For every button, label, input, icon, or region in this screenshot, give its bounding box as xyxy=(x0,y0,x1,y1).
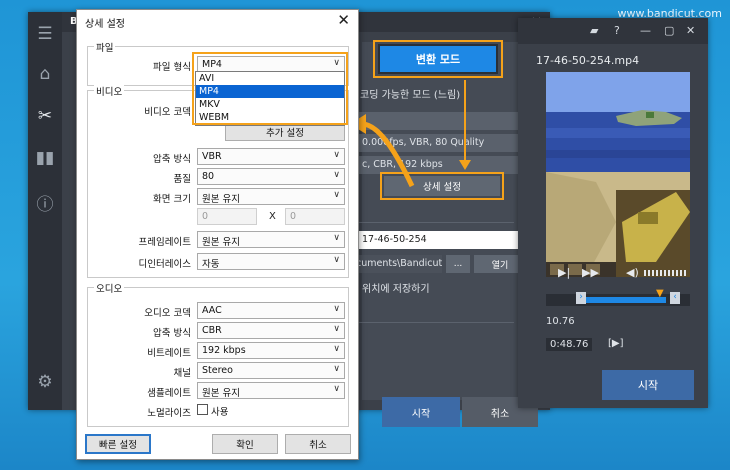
quality-label: 품질 xyxy=(173,174,191,185)
chevron-down-icon: ∨ xyxy=(333,170,340,180)
deinterlace-label: 디인터레이스 xyxy=(138,259,191,270)
samplerate-value: 원본 유지 xyxy=(202,388,240,399)
width-input[interactable]: 0 xyxy=(197,208,257,225)
player-toolbar: ▰ ? — ▢ ✕ xyxy=(518,18,708,44)
chevron-down-icon: ∨ xyxy=(333,384,340,394)
chevron-down-icon: ∨ xyxy=(333,190,340,200)
dialog-cancel-button[interactable]: 취소 xyxy=(285,434,351,454)
browse-button[interactable]: ... xyxy=(446,255,470,273)
channel-label: 채널 xyxy=(173,368,191,379)
end-time[interactable]: 0:48.76 xyxy=(546,338,593,351)
group-label: 오디오 xyxy=(94,281,125,295)
app-sidebar: ☰ ⌂ ✂ ▮▮ ⓘ ⚙ xyxy=(28,12,62,410)
start-button[interactable]: 시작 xyxy=(382,397,460,427)
end-marker[interactable]: ‹ xyxy=(670,292,680,304)
info-icon[interactable]: ⓘ xyxy=(28,188,62,216)
normalize-checkbox[interactable] xyxy=(197,404,208,415)
video-preview xyxy=(546,72,690,277)
filename-input[interactable]: 17-46-50-254 xyxy=(358,231,526,249)
audio-codec-label: 오디오 코덱 xyxy=(144,308,191,319)
divider xyxy=(334,222,514,223)
encoding-mode-label: 코딩 가능한 모드 (느림) xyxy=(360,90,461,101)
chevron-down-icon: ∨ xyxy=(333,255,340,265)
playhead-icon[interactable]: ▼ xyxy=(656,288,664,299)
timeline[interactable]: › ▼ ‹ xyxy=(546,288,690,306)
size-value: 원본 유지 xyxy=(202,194,240,205)
video-codec-label: 비디오 코덱 xyxy=(144,107,191,118)
deinterlace-value: 자동 xyxy=(202,259,220,270)
compression-value: VBR xyxy=(202,151,222,162)
player-start-button[interactable]: 시작 xyxy=(602,370,694,400)
audio-codec-select[interactable]: AAC ∨ xyxy=(197,302,345,319)
merge-icon[interactable]: ▮▮ xyxy=(28,144,62,172)
video-info-field: 0.000fps, VBR, 80 Quality xyxy=(358,134,526,152)
normalize-label: 노멀라이즈 xyxy=(147,408,191,419)
next-icon[interactable]: ▶▶ xyxy=(582,266,599,279)
home-icon[interactable]: ⌂ xyxy=(28,60,62,88)
settings-icon[interactable]: ⚙ xyxy=(28,368,62,396)
compression-select[interactable]: VBR ∨ xyxy=(197,148,345,165)
chevron-down-icon: ∨ xyxy=(333,344,340,354)
bracket-play-button[interactable]: [▶] xyxy=(608,338,624,349)
blank-field xyxy=(358,112,526,130)
size-label: 화면 크기 xyxy=(153,194,191,205)
file-format-label: 파일 형식 xyxy=(153,62,191,73)
bitrate-value: 192 kbps xyxy=(202,345,246,356)
start-time: 10.76 xyxy=(546,316,575,327)
cut-icon[interactable]: ✂ xyxy=(28,102,62,130)
channel-value: Stereo xyxy=(202,365,233,376)
chevron-down-icon: ∨ xyxy=(333,233,340,243)
channel-select[interactable]: Stereo ∨ xyxy=(197,362,345,379)
save-same-location-label: 위치에 저장하기 xyxy=(362,284,430,295)
chevron-down-icon: ∨ xyxy=(333,150,340,160)
height-input[interactable]: 0 xyxy=(285,208,345,225)
compression-label: 압축 방식 xyxy=(153,154,191,165)
chevron-down-icon: ∨ xyxy=(333,324,340,334)
player-window: ▰ ? — ▢ ✕ 17-46-50-254.mp4 ▶| ▶▶ ◀) › ▼ … xyxy=(518,18,708,408)
volume-icon[interactable]: ◀) xyxy=(626,266,639,279)
group-label: 파일 xyxy=(94,40,116,54)
audio-compression-value: CBR xyxy=(202,325,222,336)
highlight-outline xyxy=(380,172,504,200)
player-filename: 17-46-50-254.mp4 xyxy=(536,54,640,67)
quick-settings-button[interactable]: 빠른 설정 xyxy=(85,434,151,454)
audio-compression-label: 압축 방식 xyxy=(153,328,191,339)
dimension-separator: X xyxy=(269,211,276,222)
folder-path: cuments\Bandicut xyxy=(352,255,442,273)
minimize-icon[interactable]: — xyxy=(640,24,651,37)
volume-bar[interactable] xyxy=(644,270,688,276)
framerate-select[interactable]: 원본 유지 ∨ xyxy=(197,231,345,248)
audio-codec-value: AAC xyxy=(202,305,222,316)
chevron-down-icon: ∨ xyxy=(333,304,340,314)
close-icon[interactable]: ✕ xyxy=(337,11,350,29)
ok-button[interactable]: 확인 xyxy=(212,434,278,454)
divider xyxy=(334,322,514,323)
size-select[interactable]: 원본 유지 ∨ xyxy=(197,188,345,205)
framerate-value: 원본 유지 xyxy=(202,237,240,248)
dialog-title: 상세 설정 xyxy=(85,19,125,30)
bitrate-label: 비트레이트 xyxy=(147,348,191,359)
menu-icon[interactable]: ☰ xyxy=(28,20,62,48)
close-icon[interactable]: ✕ xyxy=(686,24,695,37)
timeline-selection xyxy=(580,297,666,303)
audio-compression-select[interactable]: CBR ∨ xyxy=(197,322,345,339)
bitrate-select[interactable]: 192 kbps ∨ xyxy=(197,342,345,359)
deinterlace-select[interactable]: 자동 ∨ xyxy=(197,253,345,270)
maximize-icon[interactable]: ▢ xyxy=(664,24,674,37)
highlight-outline xyxy=(373,40,503,78)
quality-value: 80 xyxy=(202,171,215,182)
group-label: 비디오 xyxy=(94,84,125,98)
samplerate-label: 샘플레이트 xyxy=(147,388,191,399)
framerate-label: 프레임레이트 xyxy=(138,237,191,248)
normalize-use-label: 사용 xyxy=(211,407,229,418)
help-icon[interactable]: ? xyxy=(614,24,620,37)
chevron-down-icon: ∨ xyxy=(333,364,340,374)
highlight-outline xyxy=(192,52,348,125)
quality-select[interactable]: 80 ∨ xyxy=(197,168,345,185)
samplerate-select[interactable]: 원본 유지 ∨ xyxy=(197,382,345,399)
folder-icon[interactable]: ▰ xyxy=(590,24,598,37)
start-marker[interactable]: › xyxy=(576,292,586,304)
next-frame-icon[interactable]: ▶| xyxy=(558,266,570,279)
